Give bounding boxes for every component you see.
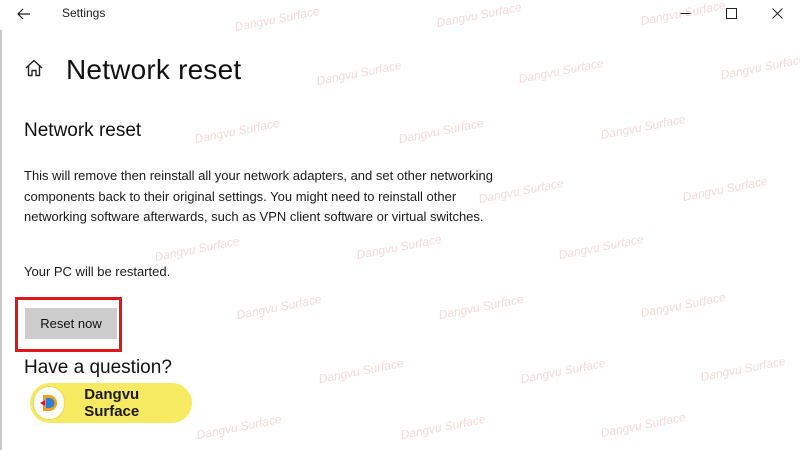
maximize-icon [725, 7, 737, 19]
watermark-text: Dangvu Surface [437, 291, 525, 323]
watermark-text: Dangvu Surface [519, 355, 607, 387]
close-button[interactable] [754, 0, 800, 26]
back-button[interactable] [12, 4, 36, 24]
reset-now-button[interactable]: Reset now [25, 308, 117, 339]
watermark-text: Dangvu Surface [315, 57, 403, 89]
watermark-text: Dangvu Surface [699, 353, 787, 385]
home-button[interactable] [22, 58, 46, 82]
section-description: This will remove then reinstall all your… [24, 168, 493, 224]
window-controls [662, 0, 800, 26]
watermark-text: Dangvu Surface [193, 115, 281, 147]
close-icon [771, 7, 783, 19]
watermark-text: Dangvu Surface [639, 289, 727, 321]
watermark-text: Dangvu Surface [599, 409, 687, 441]
home-icon [24, 58, 44, 83]
app-title: Settings [62, 6, 106, 20]
watermark-text: Dangvu Surface [517, 55, 605, 87]
watermark-text: Dangvu Surface [317, 355, 405, 387]
settings-window: Settings Network reset Network reset Thi… [0, 0, 800, 450]
watermark-text: Dangvu Surface [557, 231, 645, 263]
watermark-text: Dangvu Surface [235, 291, 323, 323]
page-title: Network reset [66, 54, 242, 85]
section-title: Network reset [24, 120, 142, 141]
minimize-button[interactable] [662, 0, 708, 26]
watermark-text: Dangvu Surface [195, 411, 283, 443]
brand-name: Dangvu Surface [84, 386, 140, 420]
watermark-text: Dangvu Surface [153, 233, 241, 265]
page-header: Network reset [22, 50, 241, 90]
watermark-text: Dangvu Surface [681, 173, 769, 205]
back-arrow-icon [17, 8, 31, 20]
watermark-text: Dangvu Surface [355, 231, 443, 263]
minimize-icon [680, 8, 691, 19]
watermark-text: Dangvu Surface [719, 51, 800, 83]
title-bar: Settings [0, 0, 800, 30]
maximize-button[interactable] [708, 0, 754, 26]
watermark-text: Dangvu Surface [599, 111, 687, 143]
brand-logo-icon [34, 387, 65, 419]
watermark-text: Dangvu Surface [399, 411, 487, 443]
window-left-border [0, 30, 2, 450]
help-heading: Have a question? [24, 357, 172, 378]
watermark-text: Dangvu Surface [397, 115, 485, 147]
brand-badge: Dangvu Surface [30, 383, 192, 423]
restart-note: Your PC will be restarted. [24, 264, 171, 279]
